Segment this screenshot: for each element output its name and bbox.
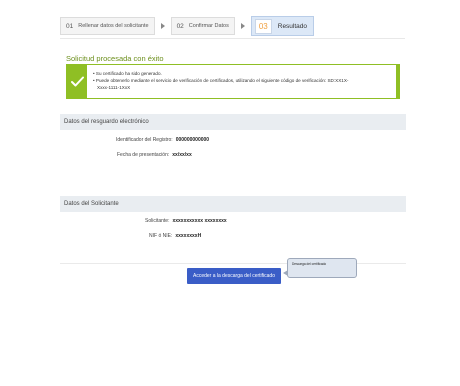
success-message-box: • Su certificado ha sido generado. • Pue… xyxy=(66,64,400,99)
success-line-1: • Su certificado ha sido generado. xyxy=(93,71,162,76)
nif-field: NIF ó NIE: xxxxxxxxH xyxy=(149,233,201,239)
download-certificate-button[interactable]: Acceder a la descarga del certificado xyxy=(187,268,281,284)
resguardo-section-header: Datos del resguardo electrónico xyxy=(60,114,406,130)
step-2-label: Confirmar Datos xyxy=(188,23,229,29)
step-1-label: Rellenar datos del solicitante xyxy=(78,23,149,29)
step-arrow-icon xyxy=(240,23,245,29)
step-2-number: 02 xyxy=(176,22,184,30)
download-tooltip: Descarga del certificado xyxy=(283,258,357,278)
verification-info-text: Puede obtenerlo mediante el servicio de … xyxy=(95,78,349,83)
step-1: 01 Rellenar datos del solicitante xyxy=(60,17,155,35)
checkmark-icon xyxy=(70,76,84,87)
success-line-2: • Puede obtenerlo mediante el servicio d… xyxy=(93,78,349,83)
nif-label: NIF ó NIE: xyxy=(149,233,173,239)
progress-steps: 01 Rellenar datos del solicitante 02 Con… xyxy=(60,16,315,36)
steps-divider xyxy=(60,38,405,39)
applicant-label: Solicitante: xyxy=(145,218,170,224)
nif-value: xxxxxxxxH xyxy=(175,233,202,239)
step-arrow-icon xyxy=(160,23,165,29)
step-3-number: 03 xyxy=(254,18,272,34)
step-3-label: Resultado xyxy=(277,22,308,30)
step-2: 02 Confirmar Datos xyxy=(170,17,235,35)
submission-date-value: xx/xx/xx xyxy=(172,152,192,158)
success-message: • Su certificado ha sido generado. • Pue… xyxy=(87,65,396,98)
success-check-panel xyxy=(67,65,87,98)
applicant-value: xxxxxxxxxxx xxxxxxxx xyxy=(172,218,227,224)
success-title: Solicitud procesada con éxito xyxy=(66,54,164,63)
registry-id-field: Identificador del Registro: 000000000000 xyxy=(116,137,209,143)
verification-code: Xxxx-1111-1XxX xyxy=(97,85,131,90)
step-3-current: 03 Resultado xyxy=(250,16,315,36)
success-line-1-text: Su certificado ha sido generado. xyxy=(95,71,162,76)
submission-date-field: Fecha de presentación: xx/xx/xx xyxy=(117,152,192,158)
success-stripe xyxy=(396,65,399,98)
step-1-number: 01 xyxy=(66,22,74,30)
applicant-field: Solicitante: xxxxxxxxxxx xxxxxxxx xyxy=(145,218,227,224)
solicitante-section-header: Datos del Solicitante xyxy=(60,196,406,212)
tooltip-tail xyxy=(283,270,288,276)
registry-id-value: 000000000000 xyxy=(175,137,210,143)
registry-id-label: Identificador del Registro: xyxy=(116,137,173,143)
tooltip-text: Descarga del certificado xyxy=(292,262,327,266)
submission-date-label: Fecha de presentación: xyxy=(117,152,170,158)
